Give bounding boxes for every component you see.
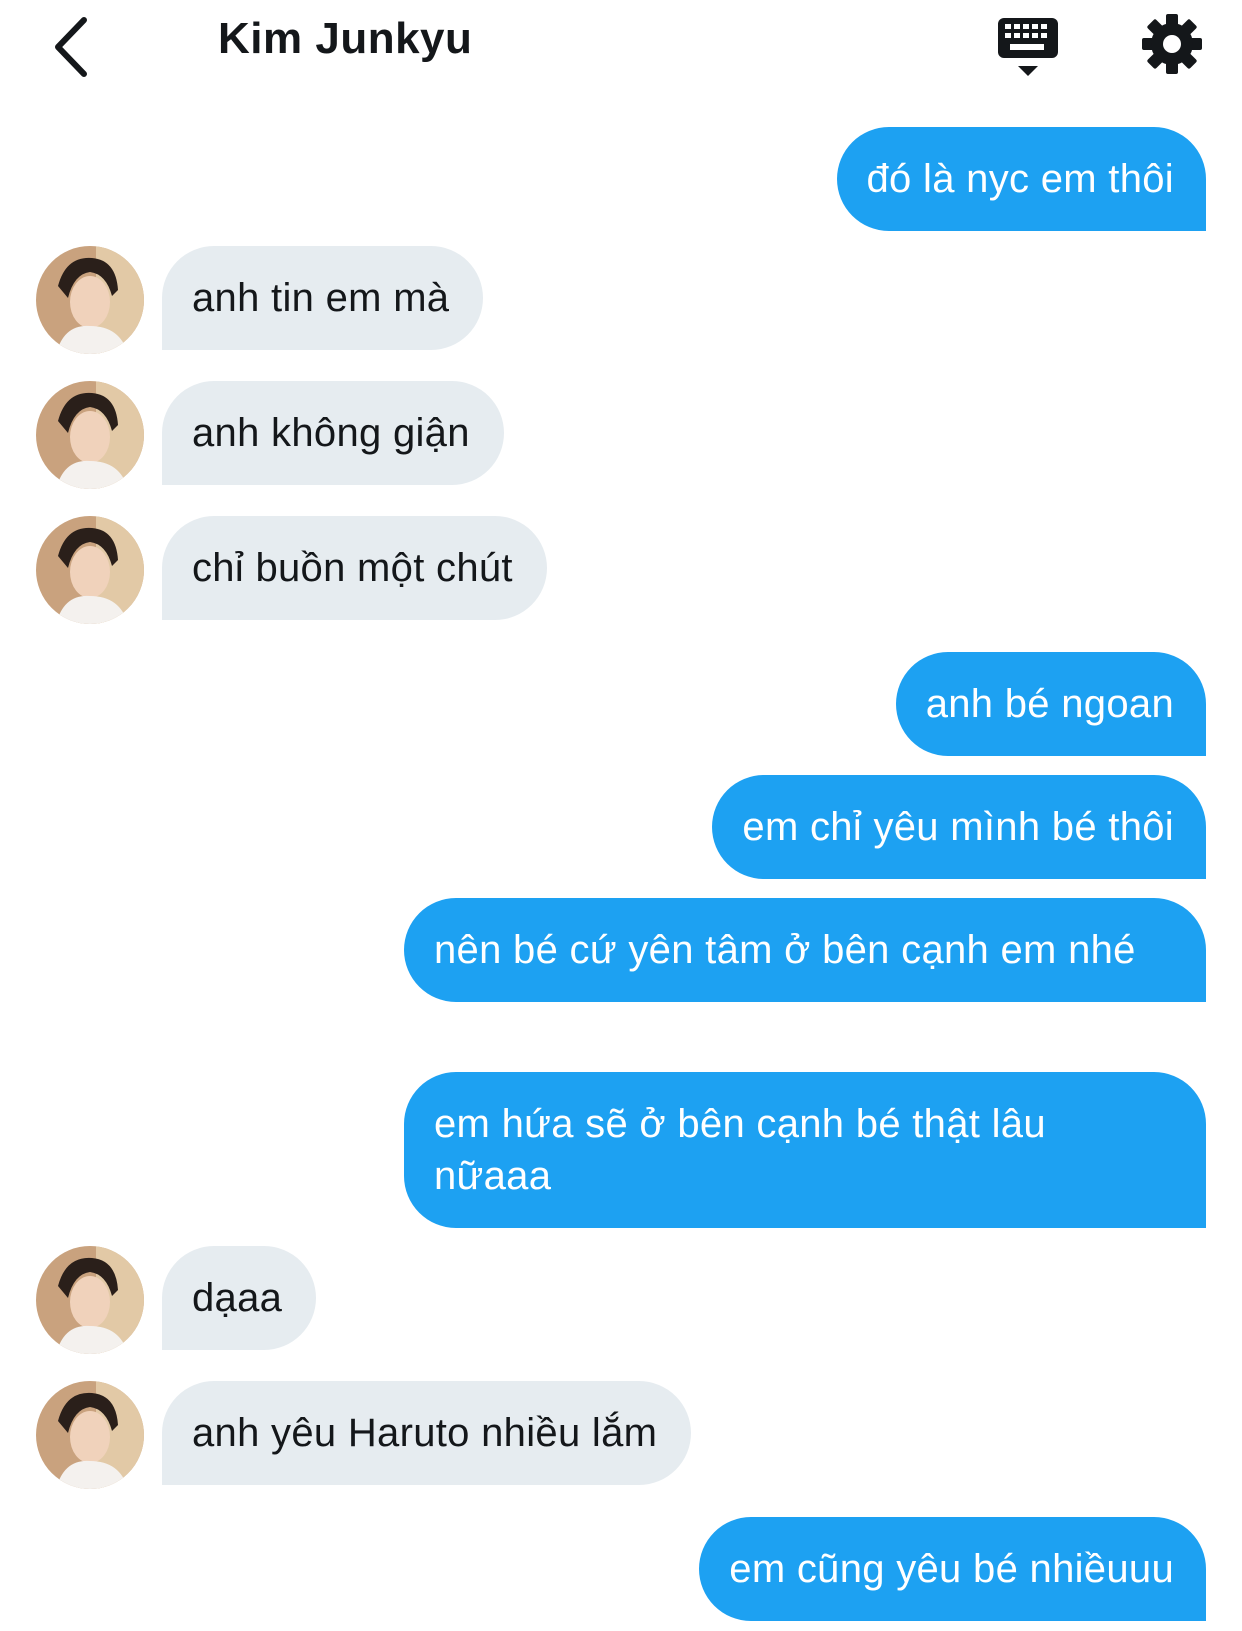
- avatar-photo: [36, 1246, 144, 1354]
- message-text: anh bé ngoan: [925, 682, 1174, 726]
- message-text: dạaa: [192, 1276, 283, 1320]
- message-text: em chỉ yêu mình bé thôi: [742, 805, 1174, 849]
- avatar-photo: [36, 381, 144, 489]
- message-text: nên bé cứ yên tâm ở bên cạnh em nhé: [434, 928, 1136, 972]
- message-bubble-received[interactable]: anh yêu Haruto nhiều lắm: [162, 1381, 692, 1485]
- message-bubble-received[interactable]: dạaa: [162, 1246, 317, 1350]
- settings-button[interactable]: [1140, 12, 1204, 76]
- chevron-left-icon: [55, 17, 87, 77]
- avatar[interactable]: [36, 516, 144, 624]
- message-text: em hứa sẽ ở bên cạnh bé thật lâu nữaaa: [434, 1102, 1046, 1198]
- message-bubble-sent[interactable]: em hứa sẽ ở bên cạnh bé thật lâu nữaaa: [404, 1072, 1206, 1228]
- avatar[interactable]: [36, 1381, 144, 1489]
- avatar[interactable]: [36, 1246, 144, 1354]
- avatar-photo: [36, 1381, 144, 1489]
- message-text: anh tin em mà: [192, 276, 450, 320]
- avatar-photo: [36, 246, 144, 354]
- avatar[interactable]: [36, 381, 144, 489]
- message-bubble-received[interactable]: chỉ buồn một chút: [162, 516, 547, 620]
- message-bubble-sent[interactable]: em chỉ yêu mình bé thôi: [712, 775, 1206, 879]
- message-text: anh yêu Haruto nhiều lắm: [192, 1411, 658, 1455]
- message-text: anh không giận: [192, 411, 470, 455]
- message-bubble-received[interactable]: anh tin em mà: [162, 246, 484, 350]
- message-text: chỉ buồn một chút: [192, 546, 513, 590]
- message-text: đó là nyc em thôi: [866, 157, 1174, 201]
- message-bubble-sent[interactable]: anh bé ngoan: [895, 652, 1206, 756]
- message-bubble-sent[interactable]: nên bé cứ yên tâm ở bên cạnh em nhé: [404, 898, 1206, 1002]
- avatar-photo: [36, 516, 144, 624]
- keyboard-dismiss-button[interactable]: [992, 14, 1064, 80]
- message-text: em cũng yêu bé nhiềuuu: [729, 1547, 1174, 1591]
- message-bubble-sent[interactable]: em cũng yêu bé nhiềuuu: [699, 1517, 1206, 1621]
- keyboard-dismiss-icon: [998, 18, 1058, 76]
- message-bubble-received[interactable]: anh không giận: [162, 381, 504, 485]
- avatar[interactable]: [36, 246, 144, 354]
- conversation-title[interactable]: Kim Junkyu: [218, 14, 472, 64]
- conversation-header: Kim Junkyu: [0, 0, 1242, 96]
- message-bubble-sent[interactable]: đó là nyc em thôi: [836, 127, 1206, 231]
- gear-icon: [1142, 14, 1202, 74]
- back-button[interactable]: [40, 12, 100, 82]
